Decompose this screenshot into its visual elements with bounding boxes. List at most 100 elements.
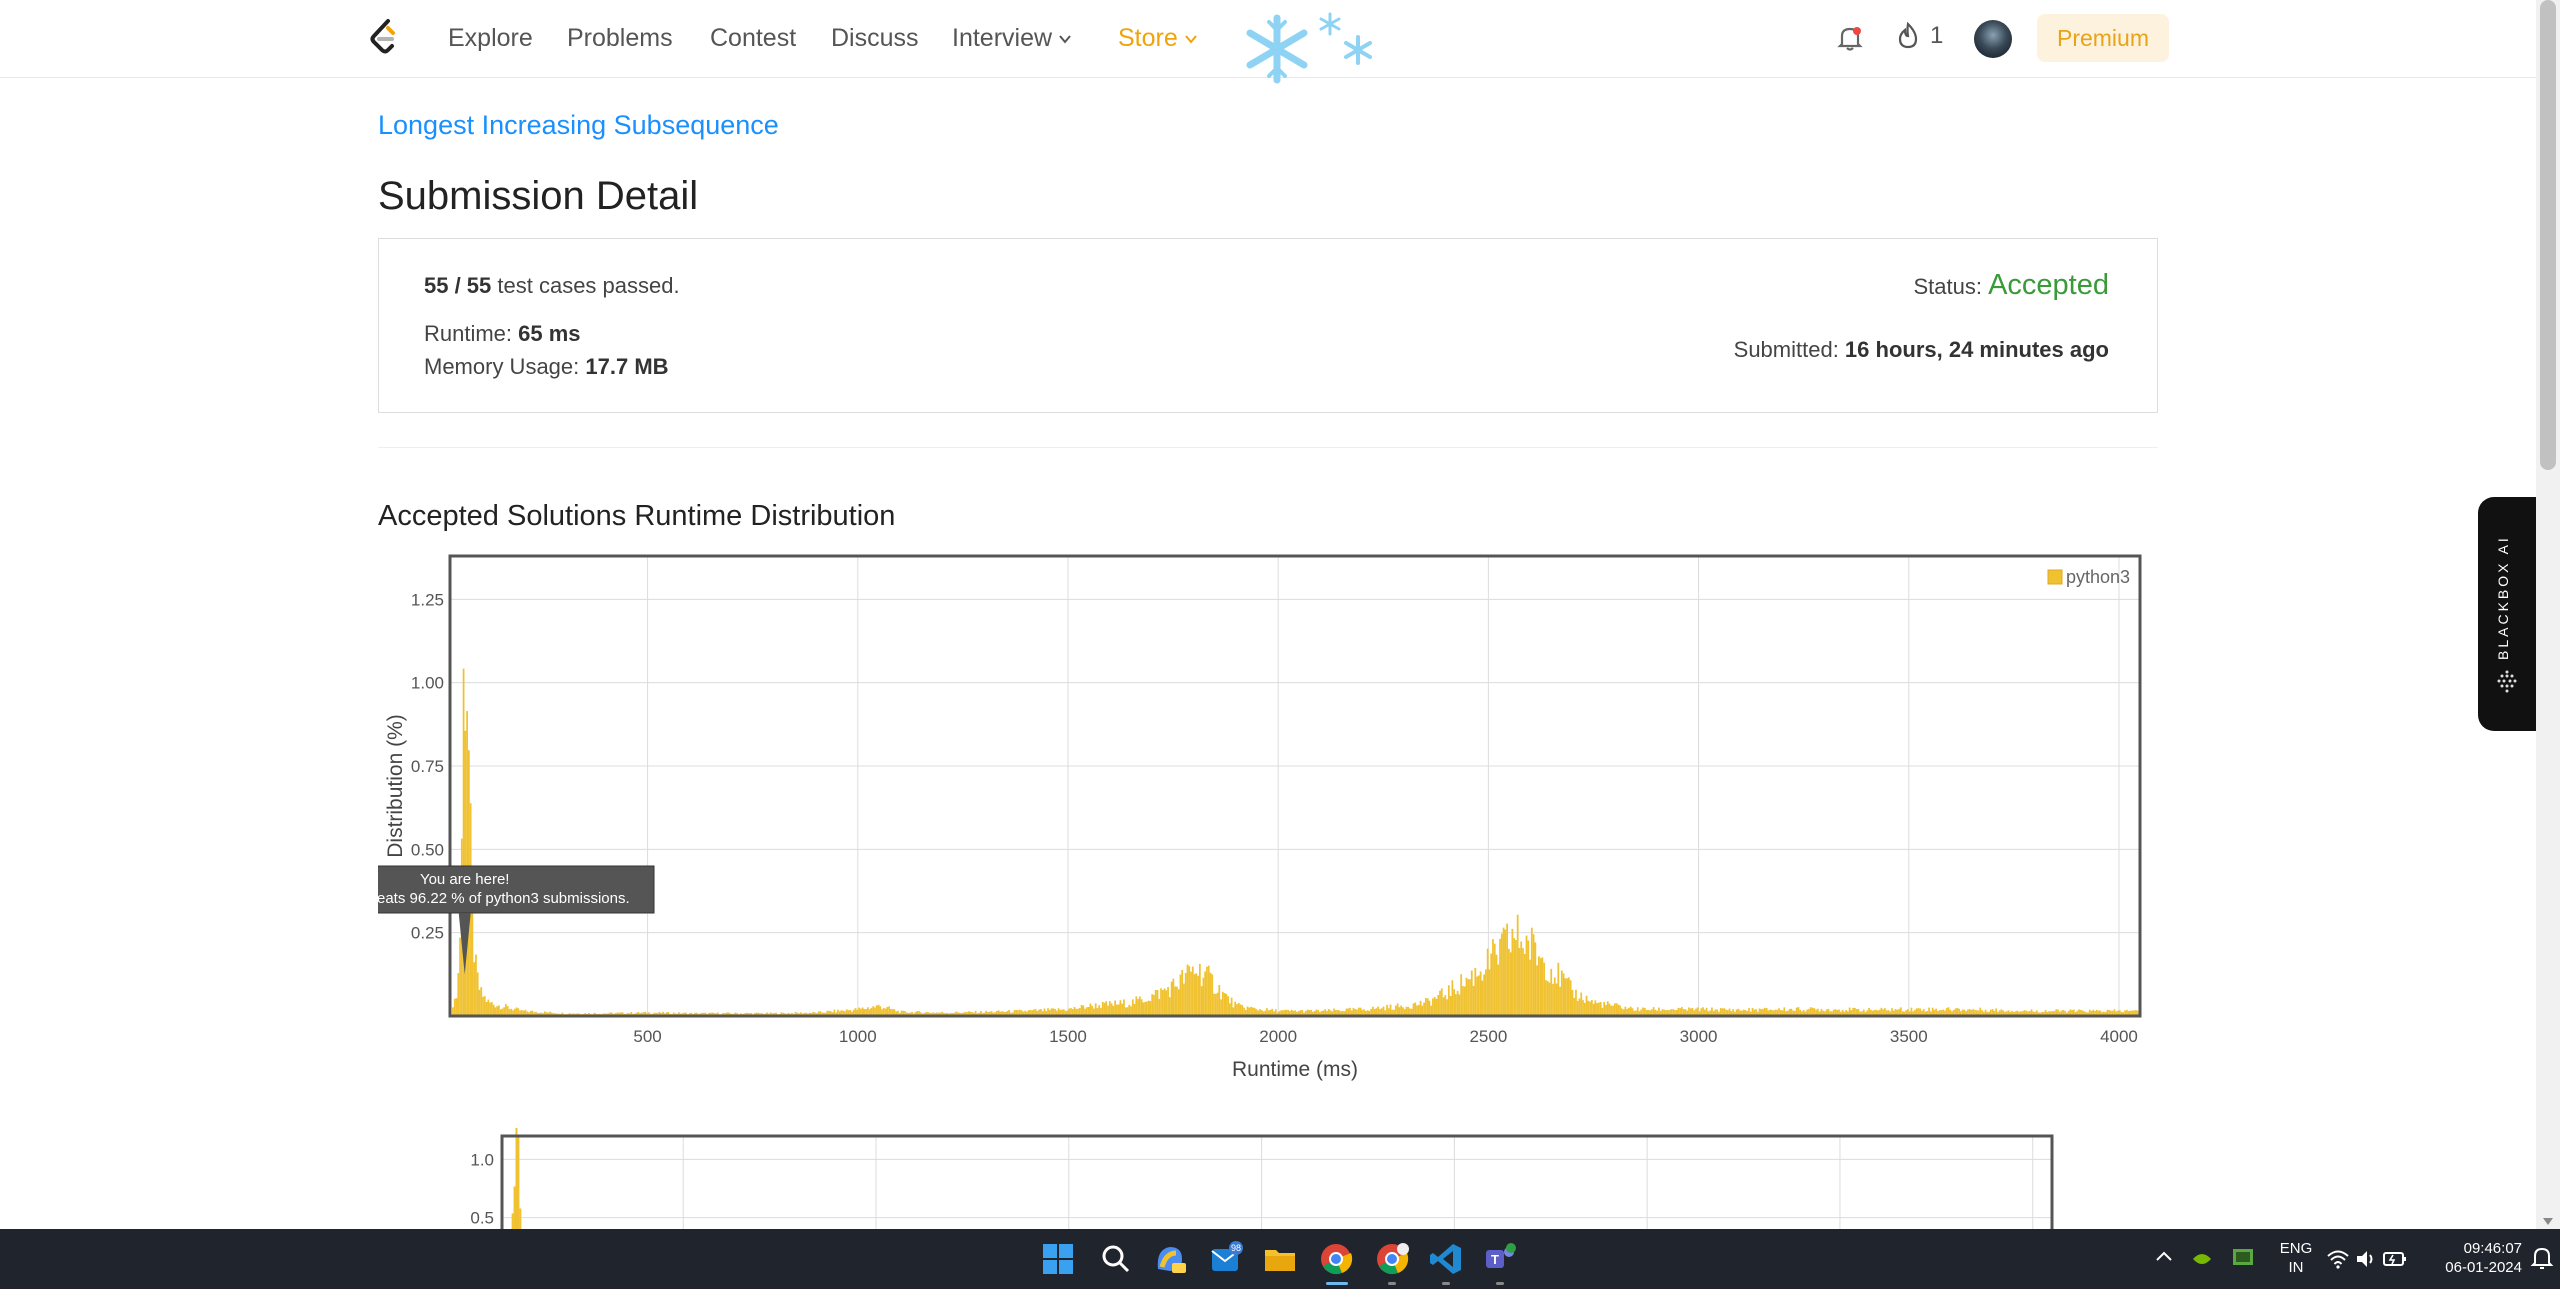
svg-text:T: T: [1491, 1252, 1499, 1267]
data-bar: [1474, 967, 1477, 1016]
status: Status: Accepted: [1913, 269, 2109, 302]
data-bar: [457, 973, 460, 1016]
volume-icon[interactable]: [2354, 1247, 2378, 1271]
data-bar: [1587, 1000, 1590, 1016]
runtime: Runtime: 65 ms: [424, 321, 581, 347]
nav-discuss[interactable]: Discuss: [831, 24, 919, 53]
data-bar: [1594, 1000, 1597, 1016]
language-indicator[interactable]: ENG IN: [2276, 1239, 2316, 1277]
plot-area: [450, 556, 2140, 1016]
data-bar: [1123, 999, 1125, 1016]
data-bar: [1424, 998, 1427, 1016]
copilot-icon[interactable]: [1152, 1241, 1188, 1277]
data-bar: [1613, 1003, 1616, 1016]
data-bar: [476, 972, 479, 1016]
data-bar: [1575, 989, 1577, 1016]
teams-icon[interactable]: T: [1482, 1241, 1518, 1277]
data-bar: [1176, 986, 1178, 1016]
data-bar: [1423, 1002, 1425, 1016]
data-bar: [1440, 988, 1443, 1016]
blackbox-ai-tab[interactable]: BLACKBOX AI: [2478, 497, 2536, 731]
runtime-distribution-chart[interactable]: 500 1000 1500 2000 2500 3000 3500 4000 0.25 0.50 0…: [378, 548, 2158, 1090]
data-bar: [1492, 939, 1494, 1016]
blackbox-dots-icon: [2497, 670, 2517, 693]
wifi-icon[interactable]: [2326, 1247, 2350, 1271]
data-bar: [1472, 985, 1475, 1016]
data-bar: [1161, 989, 1164, 1016]
chevron-up-icon[interactable]: [2152, 1245, 2176, 1269]
data-bar: [1610, 1005, 1613, 1016]
data-bar: [1172, 978, 1175, 1016]
outlook-mail-icon[interactable]: 98: [1208, 1241, 1244, 1277]
data-bar: [1230, 997, 1233, 1016]
chrome-profile-indicator: [1388, 1282, 1396, 1285]
battery-icon[interactable]: [2382, 1247, 2408, 1271]
data-bar: [1449, 995, 1452, 1016]
nav-explore[interactable]: Explore: [448, 24, 533, 53]
data-bar: [455, 998, 458, 1016]
data-bar: [1520, 941, 1523, 1016]
data-bar: [1455, 994, 1457, 1016]
data-bar: [1167, 987, 1169, 1016]
vscode-icon[interactable]: [1428, 1241, 1464, 1277]
data-bar: [1200, 986, 1203, 1016]
data-bar: [473, 962, 476, 1016]
data-bar: [1442, 997, 1445, 1016]
runtime-label: Runtime:: [424, 321, 519, 346]
data-bar: [1080, 1004, 1083, 1016]
data-bar: [1214, 994, 1217, 1016]
streak-counter[interactable]: 1: [1896, 22, 1943, 50]
data-bar: [1467, 979, 1470, 1016]
scrollbar-thumb[interactable]: [2540, 0, 2556, 470]
data-bar: [1557, 962, 1560, 1016]
data-bar: [1110, 1003, 1113, 1016]
data-bar: [1184, 972, 1187, 1016]
y-tick-label: 0.50: [411, 840, 444, 859]
nav-interview[interactable]: Interview: [952, 24, 1072, 53]
nav-store[interactable]: Store: [1118, 24, 1198, 53]
chrome-profile-icon[interactable]: [1374, 1241, 1410, 1277]
data-bar: [1193, 974, 1196, 1016]
data-bar: [1105, 1001, 1108, 1016]
data-bar: [1432, 998, 1434, 1016]
data-bar: [466, 711, 468, 1016]
scroll-down-arrow-icon[interactable]: [2543, 1218, 2553, 1225]
data-bar: [1589, 1001, 1591, 1016]
data-bar: [1154, 989, 1157, 1016]
y-axis-label: Distribution (%): [384, 714, 407, 858]
data-bar: [1114, 1000, 1116, 1016]
runtime-distribution-navigator[interactable]: 0.5 1.0: [440, 1128, 2070, 1229]
leetcode-logo-icon[interactable]: [368, 18, 402, 58]
page-scrollbar[interactable]: [2536, 0, 2560, 1229]
nav-contest[interactable]: Contest: [710, 24, 796, 53]
windows-start-icon[interactable]: [1040, 1241, 1076, 1277]
data-bar: [1216, 992, 1219, 1016]
nav-problems[interactable]: Problems: [567, 24, 673, 53]
search-icon[interactable]: [1098, 1241, 1134, 1277]
data-bar: [1477, 975, 1480, 1016]
data-bar: [1228, 1003, 1231, 1016]
data-bar: [1522, 948, 1524, 1016]
display-icon[interactable]: [2230, 1245, 2256, 1271]
system-clock[interactable]: 09:46:07 06-01-2024: [2410, 1239, 2522, 1277]
data-bar: [1527, 940, 1530, 1016]
data-bar: [1204, 971, 1207, 1016]
data-bar: [1569, 980, 1572, 1016]
status-label: Status:: [1913, 274, 1989, 299]
avatar[interactable]: [1974, 20, 2012, 58]
chrome-icon[interactable]: [1318, 1241, 1354, 1277]
notification-center-icon[interactable]: [2530, 1245, 2554, 1271]
data-bar: [1456, 990, 1459, 1016]
premium-button[interactable]: Premium: [2037, 14, 2169, 62]
problem-title-link[interactable]: Longest Increasing Subsequence: [378, 110, 779, 141]
nvidia-icon[interactable]: [2190, 1247, 2214, 1271]
data-bar: [1460, 974, 1463, 1016]
data-bar: [1516, 914, 1519, 1016]
file-explorer-icon[interactable]: [1262, 1241, 1298, 1277]
mini-data-bar: [511, 1213, 514, 1229]
data-bar: [1568, 977, 1570, 1016]
data-bar: [1465, 977, 1468, 1016]
data-bar: [1559, 986, 1561, 1016]
notification-bell-icon[interactable]: [1834, 22, 1866, 54]
data-bar: [1400, 1005, 1403, 1016]
